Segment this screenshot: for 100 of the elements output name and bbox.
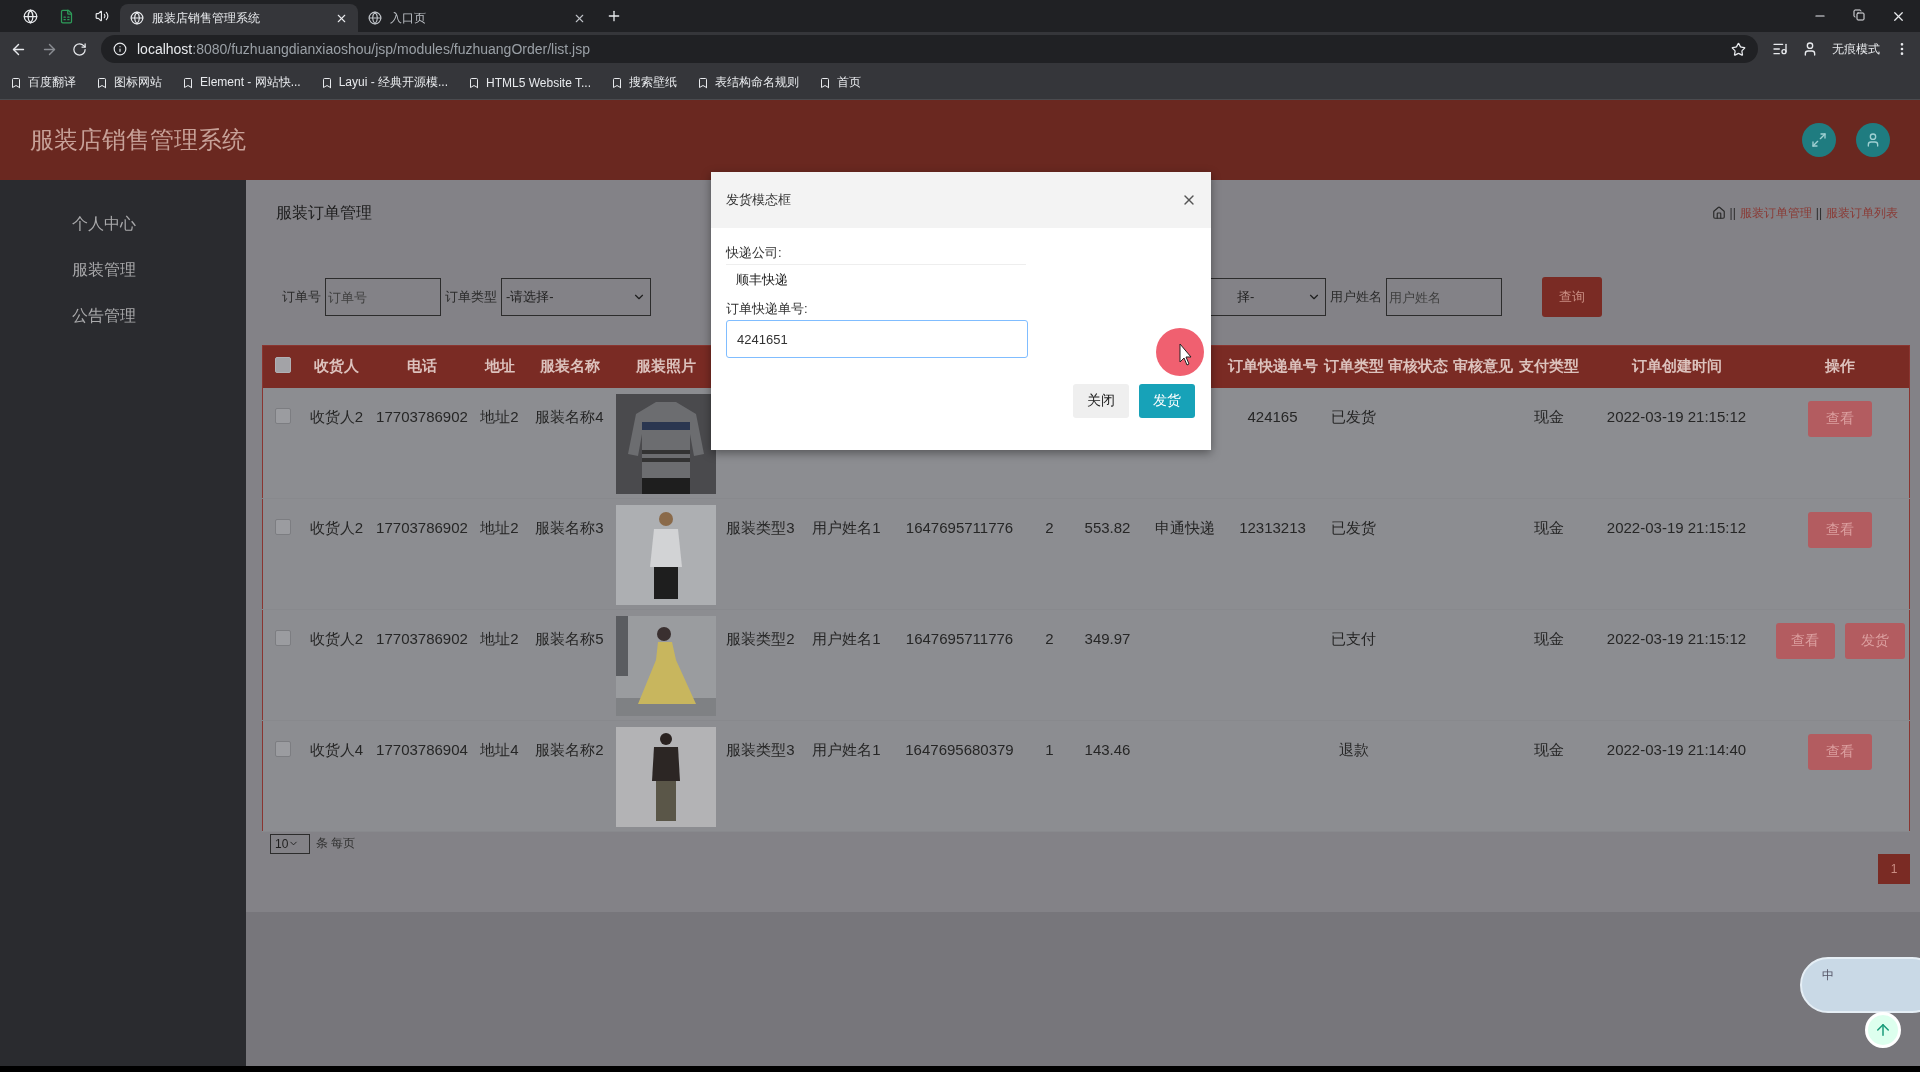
page-size-label: 条 每页: [316, 835, 356, 852]
table-cell: 用户姓名1: [812, 629, 881, 647]
home-icon[interactable]: [1711, 206, 1726, 220]
bookmark-icon: [10, 76, 22, 89]
globe-icon[interactable]: [22, 8, 38, 24]
table-cell: 17703786902: [376, 518, 468, 536]
browser-tab[interactable]: 入口页: [358, 4, 596, 32]
bookmark-icon: [697, 76, 709, 89]
column-header: 服装名称: [539, 357, 600, 375]
table-cell: 地址2: [480, 407, 519, 425]
table-cell: 现金: [1533, 518, 1564, 536]
table-cell: 553.82: [1084, 518, 1131, 536]
table-cell: 17703786902: [376, 629, 468, 647]
column-header: 地址: [484, 357, 515, 375]
sidebar-item[interactable]: 服装管理: [0, 247, 246, 293]
table-cell: 1647695680379: [905, 740, 1014, 758]
bookmark-label: Element - 网站快...: [200, 74, 301, 91]
bookmark-item[interactable]: Element - 网站快...: [182, 74, 301, 91]
user-button[interactable]: [1856, 123, 1890, 157]
incognito-label[interactable]: 无痕模式: [1832, 40, 1880, 58]
table-cell: 申通快递: [1154, 518, 1215, 536]
filter-select[interactable]: -请选择-: [501, 278, 651, 316]
table-cell: 2022-03-19 21:14:40: [1606, 740, 1747, 758]
new-tab-icon[interactable]: [606, 8, 622, 24]
table-cell: 1: [1045, 740, 1054, 758]
bookmark-item[interactable]: 百度翻译: [10, 74, 76, 91]
table-cell: 退款: [1338, 740, 1369, 758]
filter-field[interactable]: 用户姓名: [1386, 278, 1502, 316]
reload-icon[interactable]: [72, 41, 87, 57]
table-cell: 服装类型3: [726, 740, 795, 758]
filter-field[interactable]: 订单号: [325, 278, 441, 316]
bookmark-icon: [819, 76, 831, 89]
browser-tab[interactable]: 服装店销售管理系统: [120, 4, 358, 32]
restore-icon[interactable]: [1853, 8, 1865, 21]
page-title: 服装订单管理: [276, 202, 372, 223]
field-label: 订单快递单号:: [726, 300, 809, 318]
table-cell: 2022-03-19 21:15:12: [1606, 518, 1747, 536]
bookmark-icon: [611, 76, 623, 89]
table-cell: 17703786902: [376, 407, 468, 425]
bookmark-label: 搜索壁纸: [629, 74, 677, 91]
breadcrumb-separator: ||: [1815, 206, 1822, 220]
expand-icon: [1811, 132, 1827, 148]
bookmark-item[interactable]: 首页: [819, 74, 861, 91]
bookmark-star-icon[interactable]: [1731, 41, 1746, 57]
column-header: 收货人: [314, 357, 359, 375]
fullscreen-button[interactable]: [1802, 123, 1836, 157]
courier-value: 顺丰快递: [726, 264, 1026, 298]
sidebar-item[interactable]: 公告管理: [0, 293, 246, 339]
select-all-checkbox[interactable]: [274, 357, 291, 374]
column-header: 操作: [1825, 357, 1856, 375]
reading-list-icon[interactable]: [1772, 41, 1788, 57]
table-cell: 现金: [1533, 740, 1564, 758]
table-cell: 12313213: [1239, 518, 1306, 536]
table-cell: 收货人2: [309, 629, 364, 647]
table-cell: 1647695711776: [905, 518, 1014, 536]
speaker-icon[interactable]: [95, 9, 109, 23]
dialog-title: 发货模态框: [726, 191, 791, 209]
row-checkbox[interactable]: [274, 407, 291, 424]
globe-icon: [368, 11, 382, 25]
bookmark-item[interactable]: 表结构命名规则: [697, 74, 799, 91]
table-cell: 服装名称5: [535, 629, 604, 647]
filter-label: 订单号: [282, 288, 321, 306]
table-cell: 收货人2: [309, 407, 364, 425]
row-checkbox[interactable]: [274, 629, 291, 646]
globe-icon: [130, 11, 144, 25]
table-cell: 1647695711776: [905, 629, 1014, 647]
bookmark-label: 百度翻译: [28, 74, 76, 91]
column-header: 审核状态: [1387, 357, 1448, 375]
table-cell: 用户姓名1: [812, 518, 881, 536]
bookmark-item[interactable]: 搜索壁纸: [611, 74, 677, 91]
table-cell: 已发货: [1331, 407, 1376, 425]
table-cell: 现金: [1533, 629, 1564, 647]
row-checkbox[interactable]: [274, 518, 291, 535]
row-checkbox[interactable]: [274, 740, 291, 757]
sheet-icon[interactable]: [58, 8, 74, 24]
dialog-button[interactable]: 关闭: [1073, 384, 1129, 418]
bookmark-icon: [468, 76, 481, 89]
table-cell: 2: [1045, 629, 1054, 647]
table-cell: 地址2: [480, 518, 519, 536]
tab-title: 服装店销售管理系统: [152, 9, 261, 27]
table-cell: 地址2: [480, 629, 519, 647]
ime-widget[interactable]: 中: [1800, 957, 1920, 1013]
search-button[interactable]: 查询: [1542, 277, 1602, 317]
tracking-number-field[interactable]: 4241651: [726, 320, 1028, 358]
column-header: 服装照片: [635, 357, 696, 375]
page-size-select[interactable]: 10: [270, 833, 310, 854]
page-button[interactable]: 1: [1878, 853, 1910, 884]
user-icon: [1865, 132, 1881, 148]
bookmark-label: 表结构命名规则: [715, 74, 799, 91]
bookmark-label: 图标网站: [114, 74, 162, 91]
info-icon: [113, 42, 127, 56]
table-cell: 424165: [1247, 407, 1298, 425]
table-cell: 服装类型2: [726, 629, 795, 647]
table-cell: 地址4: [480, 740, 519, 758]
bookmark-icon: [96, 76, 108, 89]
sidebar-item[interactable]: 个人中心: [0, 201, 246, 247]
address-bar[interactable]: localhost:8080/fuzhuangdianxiaoshou/jsp/modules/fuzhuangOrder/list.jsp: [101, 35, 1758, 63]
bookmark-item[interactable]: 图标网站: [96, 74, 162, 91]
table-cell: 收货人2: [309, 518, 364, 536]
table-cell: 143.46: [1084, 740, 1131, 758]
